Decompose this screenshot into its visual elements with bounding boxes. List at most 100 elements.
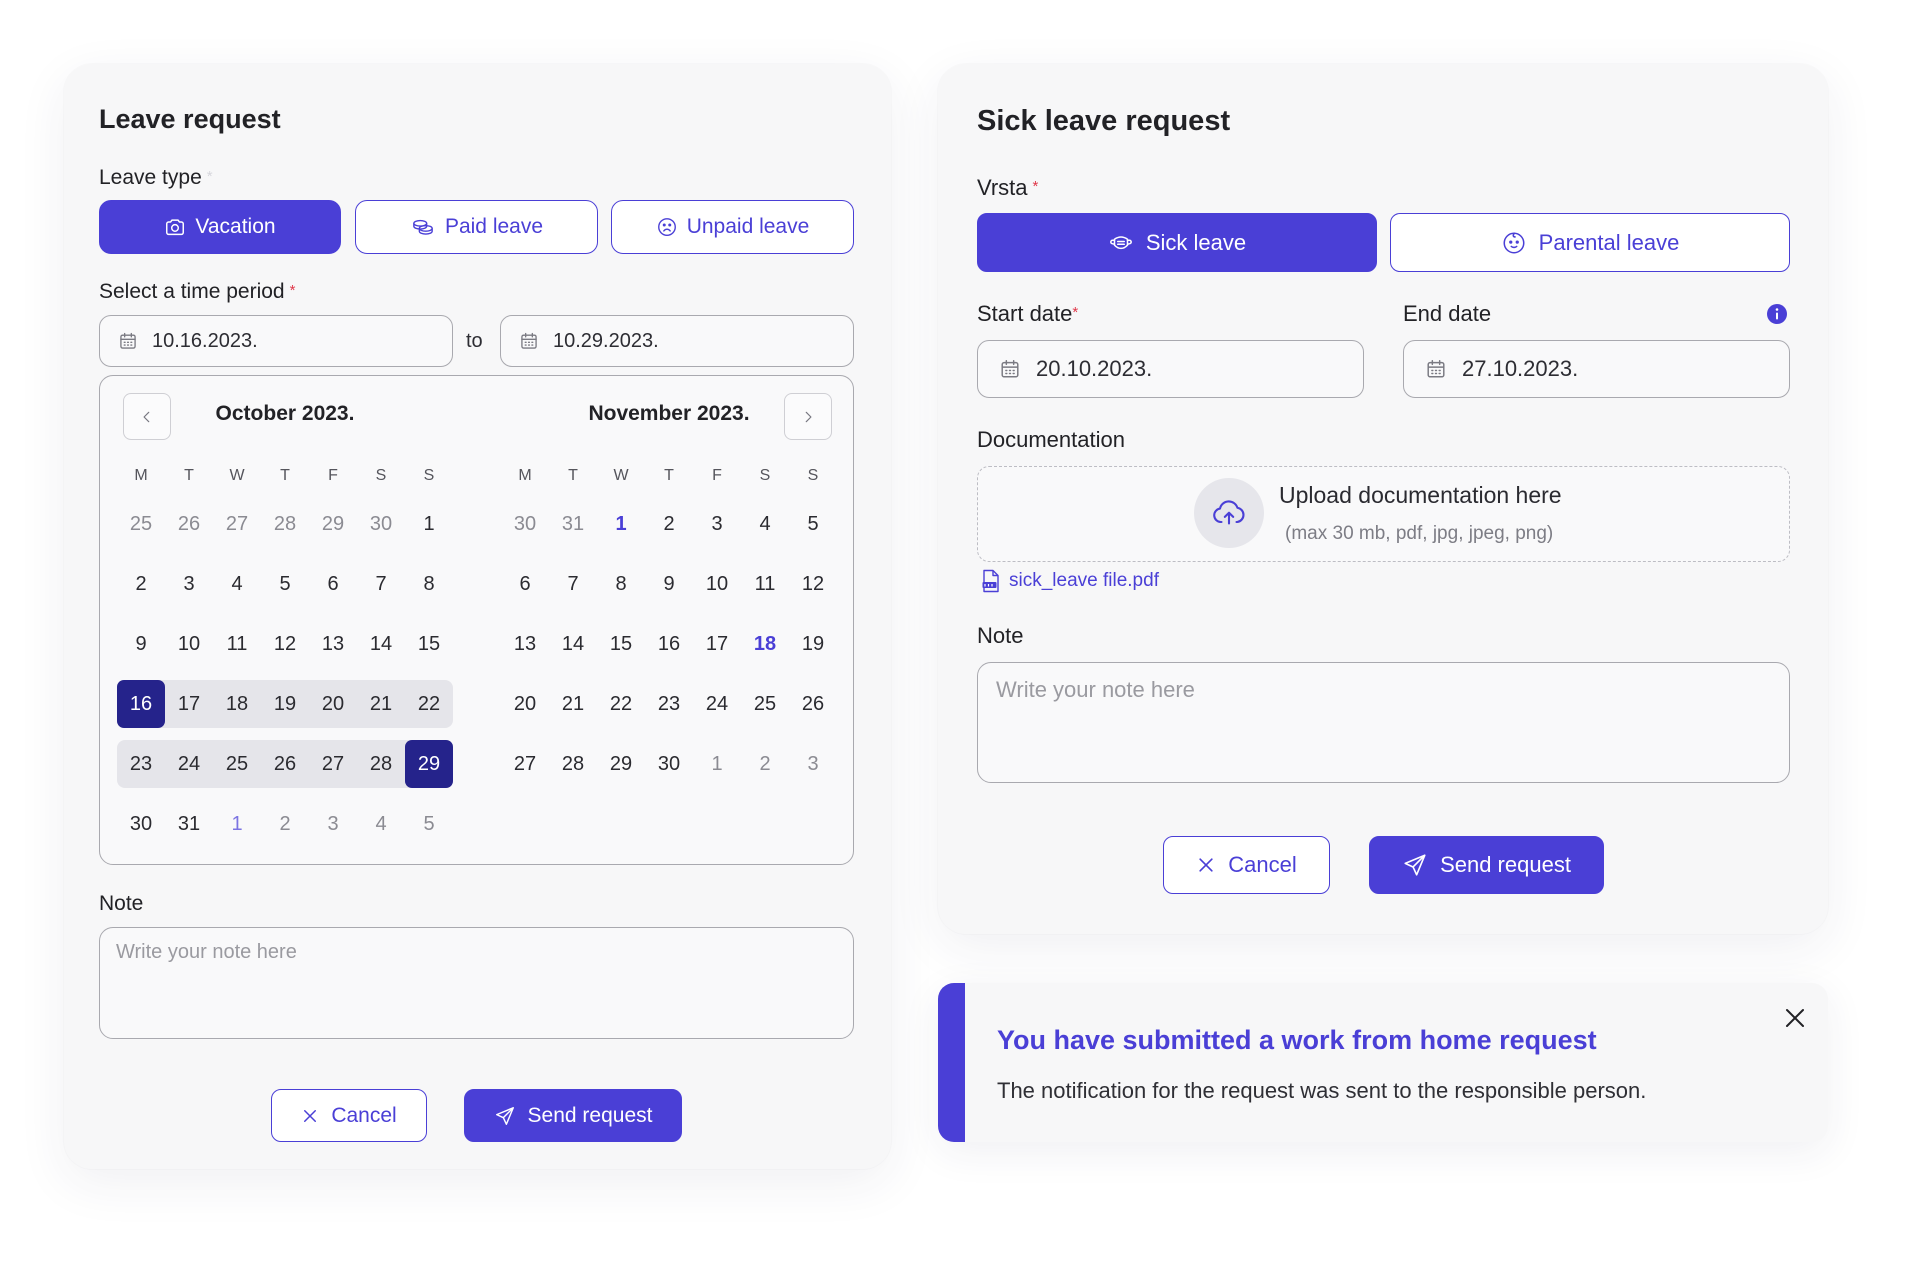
calendar-day[interactable]: 19 bbox=[789, 620, 837, 668]
calendar-day-number: 11 bbox=[754, 572, 776, 595]
calendar-day[interactable]: 30 bbox=[501, 500, 549, 548]
calendar-day[interactable]: 22 bbox=[597, 680, 645, 728]
leave-type-paid-leave-button[interactable]: Paid leave bbox=[355, 200, 598, 254]
calendar-day[interactable]: 22 bbox=[405, 680, 453, 728]
calendar-day[interactable]: 11 bbox=[741, 560, 789, 608]
start-date-input[interactable]: 10.16.2023. bbox=[99, 315, 453, 367]
calendar-day[interactable]: 24 bbox=[165, 740, 213, 788]
calendar-day[interactable]: 30 bbox=[117, 800, 165, 848]
calendar-day[interactable]: 23 bbox=[117, 740, 165, 788]
calendar-day[interactable]: 29 bbox=[309, 500, 357, 548]
calendar-day[interactable]: 2 bbox=[741, 740, 789, 788]
calendar-day[interactable]: 28 bbox=[357, 740, 405, 788]
calendar-day[interactable]: 13 bbox=[501, 620, 549, 668]
calendar-day[interactable]: 31 bbox=[165, 800, 213, 848]
calendar-day[interactable]: 2 bbox=[117, 560, 165, 608]
calendar-day[interactable]: 1 bbox=[213, 800, 261, 848]
calendar-day[interactable]: 14 bbox=[357, 620, 405, 668]
calendar-day[interactable]: 10 bbox=[165, 620, 213, 668]
calendar-day[interactable]: 31 bbox=[549, 500, 597, 548]
parental-leave-type-button[interactable]: Parental leave bbox=[1390, 213, 1790, 272]
calendar-day-number: 2 bbox=[663, 512, 675, 535]
calendar-day[interactable]: 6 bbox=[309, 560, 357, 608]
documentation-upload-dropzone[interactable]: Upload documentation here (max 30 mb, pd… bbox=[977, 466, 1790, 562]
calendar-day[interactable]: 9 bbox=[645, 560, 693, 608]
calendar-day[interactable]: 21 bbox=[357, 680, 405, 728]
notification-close-icon[interactable] bbox=[1783, 1006, 1807, 1030]
calendar-day[interactable]: 25 bbox=[741, 680, 789, 728]
calendar-day[interactable]: 29 bbox=[405, 740, 453, 788]
calendar-day[interactable]: 3 bbox=[693, 500, 741, 548]
calendar-day[interactable]: 25 bbox=[117, 500, 165, 548]
calendar-day[interactable]: 29 bbox=[597, 740, 645, 788]
calendar-day[interactable]: 27 bbox=[309, 740, 357, 788]
leave-type-vacation-button[interactable]: Vacation bbox=[99, 200, 341, 254]
calendar-day-number: 23 bbox=[657, 692, 681, 715]
sick-leave-type-button[interactable]: Sick leave bbox=[977, 213, 1377, 272]
note-textarea[interactable] bbox=[99, 927, 854, 1039]
calendar-day[interactable]: 6 bbox=[501, 560, 549, 608]
calendar-day[interactable]: 26 bbox=[165, 500, 213, 548]
calendar-day[interactable]: 2 bbox=[261, 800, 309, 848]
pdf-file-icon bbox=[981, 569, 1001, 593]
send-request-button[interactable]: Send request bbox=[464, 1089, 682, 1142]
end-date-input[interactable]: 10.29.2023. bbox=[500, 315, 854, 367]
calendar-day[interactable]: 23 bbox=[645, 680, 693, 728]
calendar-day[interactable]: 17 bbox=[693, 620, 741, 668]
leave-type-unpaid-leave-button[interactable]: Unpaid leave bbox=[611, 200, 854, 254]
calendar-day[interactable]: 20 bbox=[501, 680, 549, 728]
calendar-day[interactable]: 16 bbox=[117, 680, 165, 728]
calendar-day[interactable]: 3 bbox=[165, 560, 213, 608]
calendar-day[interactable]: 26 bbox=[789, 680, 837, 728]
calendar-day[interactable]: 17 bbox=[165, 680, 213, 728]
calendar-day[interactable]: 15 bbox=[405, 620, 453, 668]
calendar-day[interactable]: 5 bbox=[261, 560, 309, 608]
sick-end-date-input[interactable]: 27.10.2023. bbox=[1403, 340, 1790, 398]
calendar-day[interactable]: 7 bbox=[549, 560, 597, 608]
calendar-day[interactable]: 1 bbox=[405, 500, 453, 548]
calendar-day[interactable]: 19 bbox=[261, 680, 309, 728]
sick-start-date-input[interactable]: 20.10.2023. bbox=[977, 340, 1364, 398]
attached-file-link[interactable]: sick_leave file.pdf bbox=[1009, 569, 1159, 593]
cancel-button[interactable]: Cancel bbox=[271, 1089, 427, 1142]
calendar-day[interactable]: 18 bbox=[213, 680, 261, 728]
calendar-day[interactable]: 28 bbox=[549, 740, 597, 788]
calendar-day[interactable]: 8 bbox=[597, 560, 645, 608]
calendar-day[interactable]: 26 bbox=[261, 740, 309, 788]
calendar-day[interactable]: 2 bbox=[645, 500, 693, 548]
calendar-day[interactable]: 8 bbox=[405, 560, 453, 608]
calendar-day[interactable]: 9 bbox=[117, 620, 165, 668]
calendar-day[interactable]: 1 bbox=[597, 500, 645, 548]
calendar-day[interactable]: 3 bbox=[789, 740, 837, 788]
calendar-day[interactable]: 27 bbox=[213, 500, 261, 548]
calendar-day[interactable]: 4 bbox=[213, 560, 261, 608]
calendar-day[interactable]: 4 bbox=[357, 800, 405, 848]
calendar-day[interactable]: 5 bbox=[405, 800, 453, 848]
calendar-day[interactable]: 14 bbox=[549, 620, 597, 668]
info-icon[interactable] bbox=[1766, 303, 1788, 325]
calendar-day[interactable]: 27 bbox=[501, 740, 549, 788]
calendar-day[interactable]: 25 bbox=[213, 740, 261, 788]
send-request-button[interactable]: Send request bbox=[1369, 836, 1604, 894]
calendar-day[interactable]: 30 bbox=[645, 740, 693, 788]
calendar-day[interactable]: 28 bbox=[261, 500, 309, 548]
calendar-day[interactable]: 1 bbox=[693, 740, 741, 788]
calendar-day[interactable]: 16 bbox=[645, 620, 693, 668]
calendar-day[interactable]: 20 bbox=[309, 680, 357, 728]
calendar-day[interactable]: 12 bbox=[261, 620, 309, 668]
calendar-day[interactable]: 11 bbox=[213, 620, 261, 668]
calendar-day[interactable]: 5 bbox=[789, 500, 837, 548]
calendar-day[interactable]: 7 bbox=[357, 560, 405, 608]
calendar-day[interactable]: 13 bbox=[309, 620, 357, 668]
calendar-day[interactable]: 12 bbox=[789, 560, 837, 608]
calendar-day[interactable]: 18 bbox=[741, 620, 789, 668]
calendar-day[interactable]: 15 bbox=[597, 620, 645, 668]
calendar-day[interactable]: 10 bbox=[693, 560, 741, 608]
calendar-day[interactable]: 21 bbox=[549, 680, 597, 728]
calendar-day[interactable]: 24 bbox=[693, 680, 741, 728]
calendar-day[interactable]: 4 bbox=[741, 500, 789, 548]
calendar-day[interactable]: 3 bbox=[309, 800, 357, 848]
calendar-day[interactable]: 30 bbox=[357, 500, 405, 548]
sick-note-textarea[interactable] bbox=[977, 662, 1790, 783]
cancel-button[interactable]: Cancel bbox=[1163, 836, 1330, 894]
